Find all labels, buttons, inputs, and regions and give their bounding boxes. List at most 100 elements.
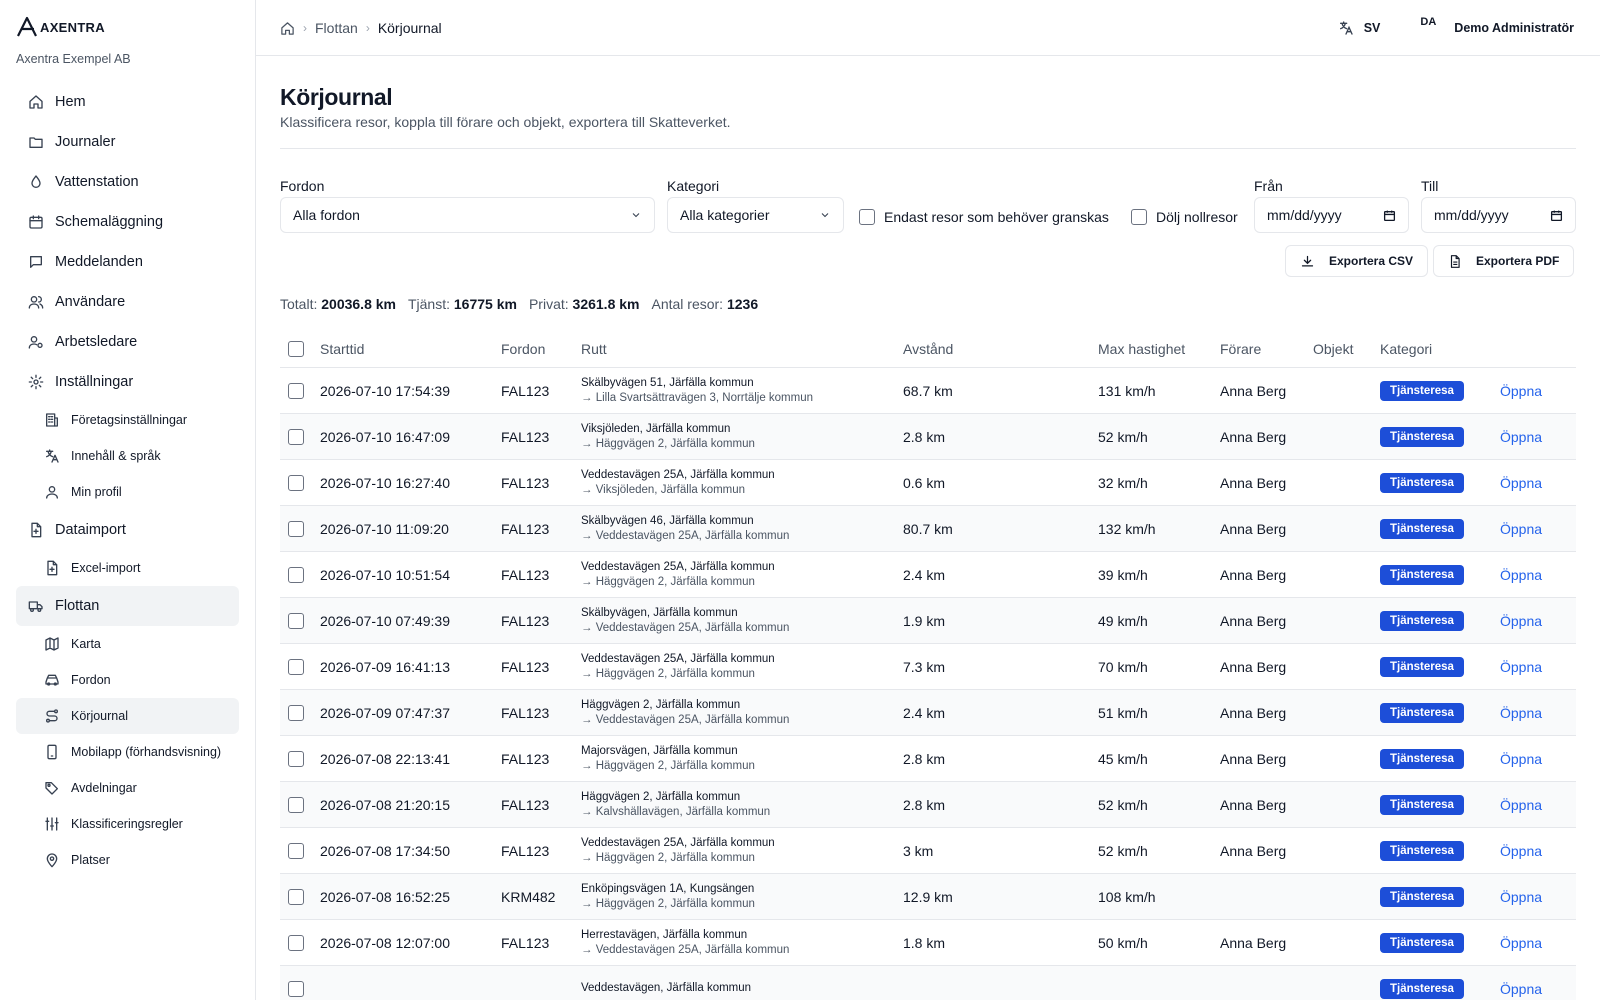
breadcrumb-flottan[interactable]: Flottan [315,20,358,36]
category-badge[interactable]: Tjänsteresa [1380,380,1464,401]
sidebar-item-avdelningar[interactable]: Avdelningar [16,770,239,806]
sidebar-item-körjournal[interactable]: Körjournal [16,698,239,734]
language-switcher[interactable]: SV [1338,20,1380,36]
sidebar-item-min-profil[interactable]: Min profil [16,474,239,510]
column-header-fordon[interactable]: Fordon [501,330,545,367]
review-only-checkbox[interactable] [859,209,875,225]
row-checkbox[interactable] [288,750,304,767]
table-row[interactable]: 2026-07-08 16:52:25 KRM482 12.9 km 108 km/h… [280,874,1576,920]
column-header-forare[interactable]: Förare [1220,330,1261,367]
sidebar-item-innehåll-språk[interactable]: Innehåll & språk [16,438,239,474]
column-header-avstand[interactable]: Avstånd [903,330,953,367]
sidebar-item-meddelanden[interactable]: Meddelanden [16,242,239,282]
column-header-objekt[interactable]: Objekt [1313,330,1353,367]
table-row[interactable]: 2026-07-10 17:54:39 FAL123 68.7 km 131 km/h… [280,368,1576,414]
calendar-icon[interactable] [1383,209,1396,222]
from-date-input[interactable]: mm/dd/yyyy [1254,197,1409,233]
table-row[interactable]: 2026-07-08 17:34:50 FAL123 3 km 52 km/h Anna… [280,828,1576,874]
table-row[interactable]: Veddestavägen, Järfälla kommun Tjänsteres… [280,966,1576,1000]
sidebar-item-karta[interactable]: Karta [16,626,239,662]
export-pdf-button[interactable]: Exportera PDF [1433,245,1575,277]
row-checkbox[interactable] [288,842,304,859]
category-badge[interactable]: Tjänsteresa [1380,794,1464,815]
row-checkbox[interactable] [288,566,304,583]
calendar-icon[interactable] [1550,209,1563,222]
open-trip-link[interactable]: Öppna [1500,889,1542,905]
open-trip-link[interactable]: Öppna [1500,659,1542,675]
table-row[interactable]: 2026-07-08 21:20:15 FAL123 2.8 km 52 km/h An… [280,782,1576,828]
category-badge[interactable]: Tjänsteresa [1380,840,1464,861]
category-badge[interactable]: Tjänsteresa [1380,886,1464,907]
category-badge[interactable]: Tjänsteresa [1380,518,1464,539]
row-checkbox[interactable] [288,796,304,813]
column-header-max-hastighet[interactable]: Max hastighet [1098,330,1185,367]
category-badge[interactable]: Tjänsteresa [1380,610,1464,631]
open-trip-link[interactable]: Öppna [1500,751,1542,767]
sidebar-item-inställningar[interactable]: Inställningar [16,362,239,402]
row-checkbox[interactable] [288,428,304,445]
sidebar-item-dataimport[interactable]: Dataimport [16,510,239,550]
row-checkbox[interactable] [288,658,304,675]
open-trip-link[interactable]: Öppna [1500,567,1542,583]
open-trip-link[interactable]: Öppna [1500,383,1542,399]
user-name[interactable]: Demo Administratör [1454,21,1574,35]
open-trip-link[interactable]: Öppna [1500,843,1542,859]
category-badge[interactable]: Tjänsteresa [1380,426,1464,447]
sidebar-item-vattenstation[interactable]: Vattenstation [16,162,239,202]
sidebar-item-hem[interactable]: Hem [16,82,239,122]
avatar[interactable]: DA [1420,16,1436,28]
table-row[interactable]: 2026-07-10 16:27:40 FAL123 0.6 km 32 km/h An… [280,460,1576,506]
column-header-rutt[interactable]: Rutt [581,330,607,367]
row-checkbox[interactable] [288,704,304,721]
open-trip-link[interactable]: Öppna [1500,475,1542,491]
to-date-input[interactable]: mm/dd/yyyy [1421,197,1576,233]
category-badge[interactable]: Tjänsteresa [1380,564,1464,585]
table-row[interactable]: 2026-07-10 16:47:09 FAL123 2.8 km 52 km/h An… [280,414,1576,460]
open-trip-link[interactable]: Öppna [1500,521,1542,537]
sidebar-item-schemaläggning[interactable]: Schemaläggning [16,202,239,242]
row-checkbox[interactable] [288,520,304,537]
row-checkbox[interactable] [288,934,304,951]
open-trip-link[interactable]: Öppna [1500,935,1542,951]
row-checkbox[interactable] [288,612,304,629]
select-all-checkbox[interactable] [288,340,304,357]
column-header-kategori[interactable]: Kategori [1380,330,1432,367]
category-badge[interactable]: Tjänsteresa [1380,978,1464,999]
category-badge[interactable]: Tjänsteresa [1380,748,1464,769]
table-row[interactable]: 2026-07-09 16:41:13 FAL123 7.3 km 70 km/h An… [280,644,1576,690]
sidebar-item-arbetsledare[interactable]: Arbetsledare [16,322,239,362]
column-header-starttid[interactable]: Starttid [320,330,364,367]
table-row[interactable]: 2026-07-10 11:09:20 FAL123 80.7 km 132 km/h… [280,506,1576,552]
table-row[interactable]: 2026-07-08 12:07:00 FAL123 1.8 km 50 km/h An… [280,920,1576,966]
hide-zero-checkbox[interactable] [1131,209,1147,225]
hide-zero-filter[interactable]: Dölj nollresor [1131,199,1238,235]
category-badge[interactable]: Tjänsteresa [1380,702,1464,723]
category-badge[interactable]: Tjänsteresa [1380,656,1464,677]
sidebar-item-klassificeringsregler[interactable]: Klassificeringsregler [16,806,239,842]
table-row[interactable]: 2026-07-10 07:49:39 FAL123 1.9 km 49 km/h An… [280,598,1576,644]
sidebar-item-användare[interactable]: Användare [16,282,239,322]
sidebar-item-flottan[interactable]: Flottan [16,586,239,626]
sidebar-item-journaler[interactable]: Journaler [16,122,239,162]
category-badge[interactable]: Tjänsteresa [1380,472,1464,493]
open-trip-link[interactable]: Öppna [1500,429,1542,445]
sidebar-item-mobilapp-förhandsvisning[interactable]: Mobilapp (förhandsvisning) [16,734,239,770]
vehicle-select[interactable]: Alla fordon [280,197,655,233]
row-checkbox[interactable] [288,980,304,997]
open-trip-link[interactable]: Öppna [1500,613,1542,629]
review-only-filter[interactable]: Endast resor som behöver granskas [859,199,1109,235]
open-trip-link[interactable]: Öppna [1500,981,1542,997]
sidebar-item-platser[interactable]: Platser [16,842,239,878]
row-checkbox[interactable] [288,382,304,399]
sidebar-item-företagsinställningar[interactable]: Företagsinställningar [16,402,239,438]
category-badge[interactable]: Tjänsteresa [1380,932,1464,953]
home-icon[interactable] [280,21,295,36]
export-csv-button[interactable]: Exportera CSV [1285,245,1429,277]
category-select[interactable]: Alla kategorier [667,197,844,233]
open-trip-link[interactable]: Öppna [1500,797,1542,813]
sidebar-item-fordon[interactable]: Fordon [16,662,239,698]
row-checkbox[interactable] [288,474,304,491]
table-row[interactable]: 2026-07-08 22:13:41 FAL123 2.8 km 45 km/h An… [280,736,1576,782]
row-checkbox[interactable] [288,888,304,905]
open-trip-link[interactable]: Öppna [1500,705,1542,721]
